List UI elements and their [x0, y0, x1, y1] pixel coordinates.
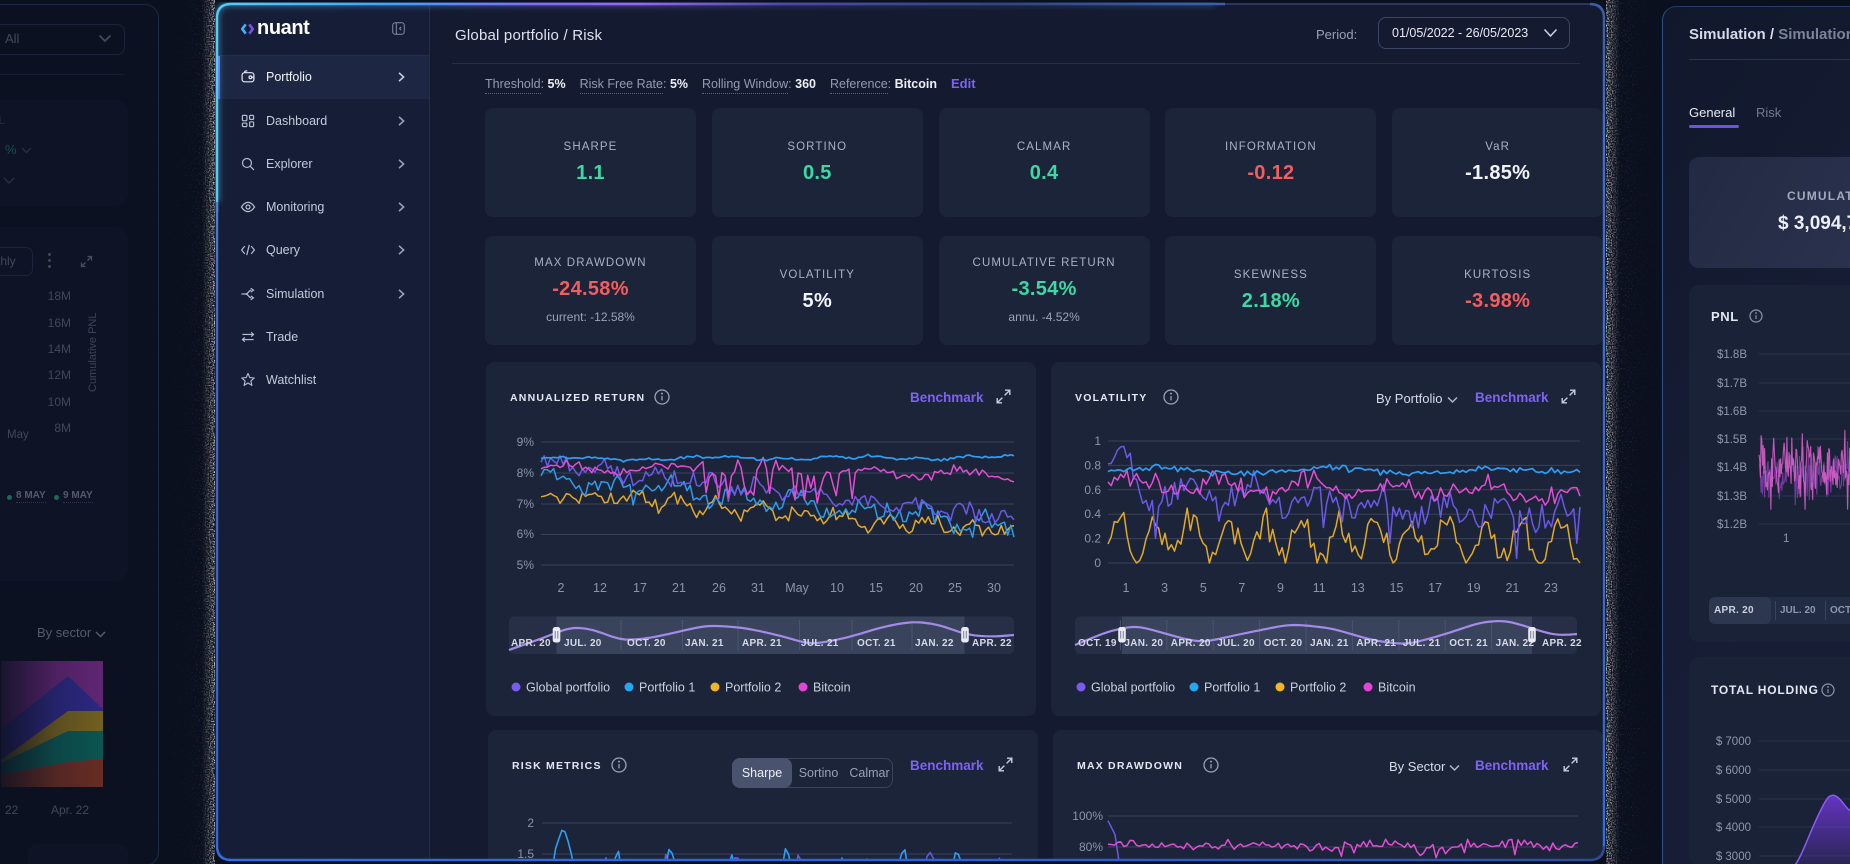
- svg-text:1: 1: [1783, 533, 1789, 545]
- svg-text:APR. 21: APR. 21: [1356, 638, 1396, 649]
- svg-text:$ 7000: $ 7000: [1716, 736, 1751, 748]
- svg-text:2: 2: [558, 581, 565, 595]
- svg-text:20: 20: [909, 581, 923, 595]
- svg-text:1.5: 1.5: [517, 847, 534, 860]
- svg-text:$1.7B: $1.7B: [1717, 378, 1747, 390]
- svg-text:7%: 7%: [517, 497, 535, 511]
- svg-text:$ 6000: $ 6000: [1716, 765, 1751, 777]
- svg-text:13: 13: [1351, 581, 1365, 595]
- svg-text:OCT. 20: OCT. 20: [627, 638, 666, 649]
- svg-text:$1.3B: $1.3B: [1717, 491, 1747, 503]
- svg-text:$ 3000: $ 3000: [1716, 851, 1751, 863]
- svg-text:23: 23: [1544, 581, 1558, 595]
- svg-text:0.2: 0.2: [1084, 532, 1101, 546]
- svg-text:5: 5: [1200, 581, 1207, 595]
- svg-text:APR. 22: APR. 22: [1542, 638, 1582, 649]
- svg-text:15: 15: [1390, 581, 1404, 595]
- svg-text:10: 10: [830, 581, 844, 595]
- svg-text:JAN. 22: JAN. 22: [915, 638, 954, 649]
- svg-text:17: 17: [633, 581, 647, 595]
- svg-text:80%: 80%: [1079, 840, 1103, 854]
- svg-text:$ 4000: $ 4000: [1716, 822, 1751, 834]
- svg-text:APR. 20: APR. 20: [511, 638, 551, 649]
- svg-text:12: 12: [593, 581, 607, 595]
- svg-text:$1.8B: $1.8B: [1717, 349, 1747, 361]
- svg-text:JUL. 21: JUL. 21: [801, 638, 839, 649]
- svg-text:7: 7: [1238, 581, 1245, 595]
- svg-text:9%: 9%: [517, 435, 535, 449]
- svg-text:JAN. 21: JAN. 21: [1310, 638, 1349, 649]
- svg-text:0: 0: [1094, 556, 1101, 570]
- svg-text:8%: 8%: [517, 466, 535, 480]
- svg-text:11: 11: [1313, 581, 1326, 595]
- svg-text:OCT. 20: OCT. 20: [1264, 638, 1303, 649]
- svg-text:JUL. 20: JUL. 20: [564, 638, 602, 649]
- svg-text:19: 19: [1467, 581, 1481, 595]
- svg-text:3: 3: [1161, 581, 1168, 595]
- svg-text:JAN. 21: JAN. 21: [685, 638, 724, 649]
- svg-text:JAN. 20: JAN. 20: [1124, 638, 1163, 649]
- svg-text:$1.5B: $1.5B: [1717, 434, 1747, 446]
- svg-text:100%: 100%: [1072, 809, 1103, 823]
- svg-text:Portfolio 2: Portfolio 2: [1290, 681, 1346, 695]
- svg-text:0.6: 0.6: [1084, 483, 1101, 497]
- svg-text:21: 21: [1505, 581, 1519, 595]
- svg-text:21: 21: [672, 581, 686, 595]
- svg-text:9: 9: [1277, 581, 1284, 595]
- svg-text:OCT. 21: OCT. 21: [857, 638, 896, 649]
- svg-text:26: 26: [712, 581, 726, 595]
- svg-text:30: 30: [987, 581, 1001, 595]
- svg-text:Portfolio 1: Portfolio 1: [639, 681, 695, 695]
- svg-text:6%: 6%: [517, 527, 535, 541]
- svg-text:JUL. 21: JUL. 21: [1403, 638, 1441, 649]
- svg-text:$1.6B: $1.6B: [1717, 406, 1747, 418]
- svg-text:Portfolio 2: Portfolio 2: [725, 681, 781, 695]
- svg-text:Global portfolio: Global portfolio: [526, 681, 610, 695]
- svg-text:1: 1: [1123, 581, 1130, 595]
- svg-text:15: 15: [869, 581, 883, 595]
- svg-text:Portfolio 1: Portfolio 1: [1204, 681, 1260, 695]
- svg-text:$1.4B: $1.4B: [1717, 462, 1747, 474]
- svg-text:17: 17: [1428, 581, 1442, 595]
- svg-text:2: 2: [527, 816, 534, 830]
- svg-text:0.8: 0.8: [1084, 458, 1101, 472]
- svg-text:OCT. 21: OCT. 21: [1449, 638, 1488, 649]
- svg-text:OCT. 19: OCT. 19: [1078, 638, 1117, 649]
- svg-text:0.4: 0.4: [1084, 507, 1101, 521]
- svg-text:1: 1: [1094, 434, 1101, 448]
- svg-text:APR. 22: APR. 22: [972, 638, 1012, 649]
- svg-text:$1.2B: $1.2B: [1717, 519, 1747, 531]
- svg-text:Bitcoin: Bitcoin: [813, 681, 851, 695]
- svg-text:JUL. 20: JUL. 20: [1217, 638, 1255, 649]
- svg-text:5%: 5%: [517, 558, 535, 572]
- svg-text:APR. 21: APR. 21: [742, 638, 782, 649]
- svg-text:May: May: [785, 581, 809, 595]
- svg-text:31: 31: [751, 581, 765, 595]
- svg-text:$ 5000: $ 5000: [1716, 794, 1751, 806]
- svg-text:Bitcoin: Bitcoin: [1378, 681, 1416, 695]
- svg-text:APR. 20: APR. 20: [1171, 638, 1211, 649]
- svg-text:Global portfolio: Global portfolio: [1091, 681, 1175, 695]
- svg-text:25: 25: [948, 581, 962, 595]
